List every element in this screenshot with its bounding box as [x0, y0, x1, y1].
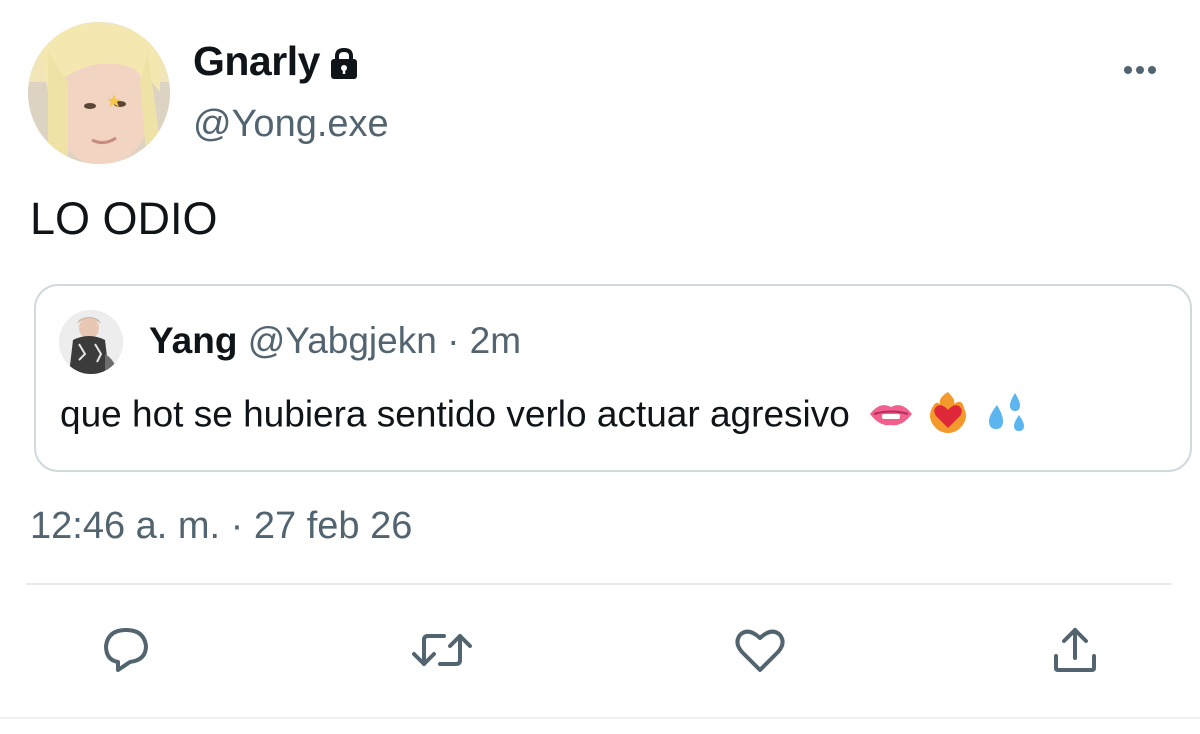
quoted-author-name[interactable]: Yang: [149, 320, 237, 361]
biting-lip-emoji: [868, 396, 914, 438]
quoted-tweet-text: que hot se hubiera sentido verlo actuar …: [60, 393, 850, 435]
heart-on-fire-emoji: [926, 390, 970, 443]
more-options-icon[interactable]: [1118, 56, 1162, 84]
retweet-icon[interactable]: [410, 624, 472, 676]
share-icon[interactable]: [1048, 624, 1104, 676]
quoted-author-avatar-image: [59, 310, 123, 374]
quoted-author-meta: @Yabgjekn · 2m: [247, 320, 522, 361]
like-icon[interactable]: [732, 624, 788, 676]
quoted-tweet-text-row: que hot se hubiera sentido verlo actuar …: [60, 389, 1029, 444]
tweet-text: LO ODIO: [30, 193, 218, 244]
author-handle[interactable]: @Yong.exe: [193, 103, 389, 146]
quoted-tweet-card[interactable]: Yang @Yabgjekn · 2m que hot se hubiera s…: [34, 284, 1192, 472]
author-avatar[interactable]: [28, 22, 170, 164]
quoted-author-avatar[interactable]: [59, 310, 123, 374]
sweat-droplets-emoji: [983, 389, 1029, 444]
author-name-row: Gnarly: [193, 38, 362, 85]
bottom-divider: [0, 717, 1200, 719]
lock-icon: [326, 45, 362, 81]
tweet-timestamp[interactable]: 12:46 a. m. · 27 feb 26: [30, 505, 412, 548]
divider: [26, 583, 1172, 585]
author-avatar-image: [28, 22, 170, 164]
reply-icon[interactable]: [98, 624, 154, 676]
quoted-tweet-header: Yang @Yabgjekn · 2m: [149, 320, 521, 362]
author-display-name[interactable]: Gnarly: [193, 38, 320, 85]
